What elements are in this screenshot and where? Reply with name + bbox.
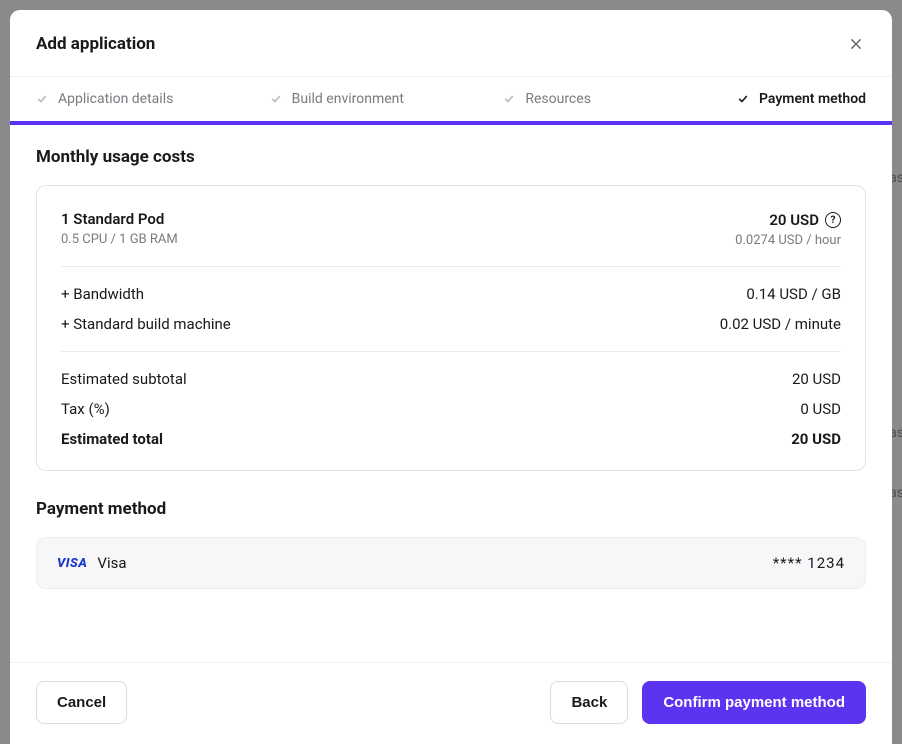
payment-method-card[interactable]: VISA Visa **** 1234 bbox=[36, 537, 866, 589]
add-application-modal: Add application Application details Buil… bbox=[10, 10, 892, 744]
costs-heading: Monthly usage costs bbox=[36, 147, 866, 167]
modal-header: Add application bbox=[10, 10, 892, 77]
total-value: 20 USD bbox=[791, 430, 841, 448]
total-line: Estimated total 20 USD bbox=[61, 430, 841, 448]
divider bbox=[61, 266, 841, 267]
info-icon[interactable]: ? bbox=[825, 212, 841, 228]
subtotal-line: Estimated subtotal 20 USD bbox=[61, 370, 841, 388]
back-button[interactable]: Back bbox=[550, 681, 628, 724]
usage-value: 0.14 USD / GB bbox=[746, 285, 841, 303]
close-icon bbox=[850, 38, 862, 50]
divider bbox=[61, 351, 841, 352]
check-icon bbox=[36, 93, 48, 105]
cost-card: 1 Standard Pod 0.5 CPU / 1 GB RAM 20 USD… bbox=[36, 185, 866, 471]
tax-line: Tax (%) 0 USD bbox=[61, 400, 841, 418]
payment-last4: **** 1234 bbox=[773, 554, 845, 572]
step-build-environment[interactable]: Build environment bbox=[270, 77, 494, 121]
step-payment-method[interactable]: Payment method bbox=[737, 77, 866, 121]
check-icon bbox=[270, 93, 282, 105]
pod-row: 1 Standard Pod 0.5 CPU / 1 GB RAM 20 USD… bbox=[61, 210, 841, 248]
confirm-payment-button[interactable]: Confirm payment method bbox=[642, 681, 866, 724]
check-icon bbox=[503, 93, 515, 105]
step-label: Payment method bbox=[759, 91, 866, 107]
step-application-details[interactable]: Application details bbox=[36, 77, 260, 121]
subtotal-value: 20 USD bbox=[792, 370, 841, 388]
modal-footer: Cancel Back Confirm payment method bbox=[10, 662, 892, 744]
modal-content: Monthly usage costs 1 Standard Pod 0.5 C… bbox=[10, 125, 892, 662]
step-resources[interactable]: Resources bbox=[503, 77, 727, 121]
tax-label: Tax (%) bbox=[61, 400, 110, 418]
usage-label: + Standard build machine bbox=[61, 315, 231, 333]
pod-spec: 0.5 CPU / 1 GB RAM bbox=[61, 232, 178, 247]
usage-line-build-machine: + Standard build machine 0.02 USD / minu… bbox=[61, 315, 841, 333]
total-label: Estimated total bbox=[61, 430, 163, 448]
tax-value: 0 USD bbox=[800, 400, 841, 418]
subtotal-label: Estimated subtotal bbox=[61, 370, 187, 388]
step-label: Resources bbox=[525, 91, 591, 107]
stepper: Application details Build environment Re… bbox=[10, 77, 892, 125]
visa-logo-icon: VISA bbox=[57, 556, 87, 571]
payment-heading: Payment method bbox=[36, 499, 866, 519]
payment-section: Payment method VISA Visa **** 1234 bbox=[36, 499, 866, 589]
pod-price: 20 USD ? bbox=[769, 211, 841, 229]
usage-label: + Bandwidth bbox=[61, 285, 144, 303]
step-label: Application details bbox=[58, 91, 173, 107]
cancel-button[interactable]: Cancel bbox=[36, 681, 127, 724]
usage-line-bandwidth: + Bandwidth 0.14 USD / GB bbox=[61, 285, 841, 303]
pod-price-value: 20 USD bbox=[769, 211, 819, 229]
check-icon bbox=[737, 93, 749, 105]
close-button[interactable] bbox=[846, 34, 866, 54]
modal-title: Add application bbox=[36, 34, 155, 54]
payment-brand-name: Visa bbox=[97, 554, 126, 572]
pod-name: 1 Standard Pod bbox=[61, 210, 178, 228]
step-label: Build environment bbox=[292, 91, 404, 107]
usage-value: 0.02 USD / minute bbox=[720, 315, 841, 333]
pod-price-sub: 0.0274 USD / hour bbox=[735, 233, 841, 248]
